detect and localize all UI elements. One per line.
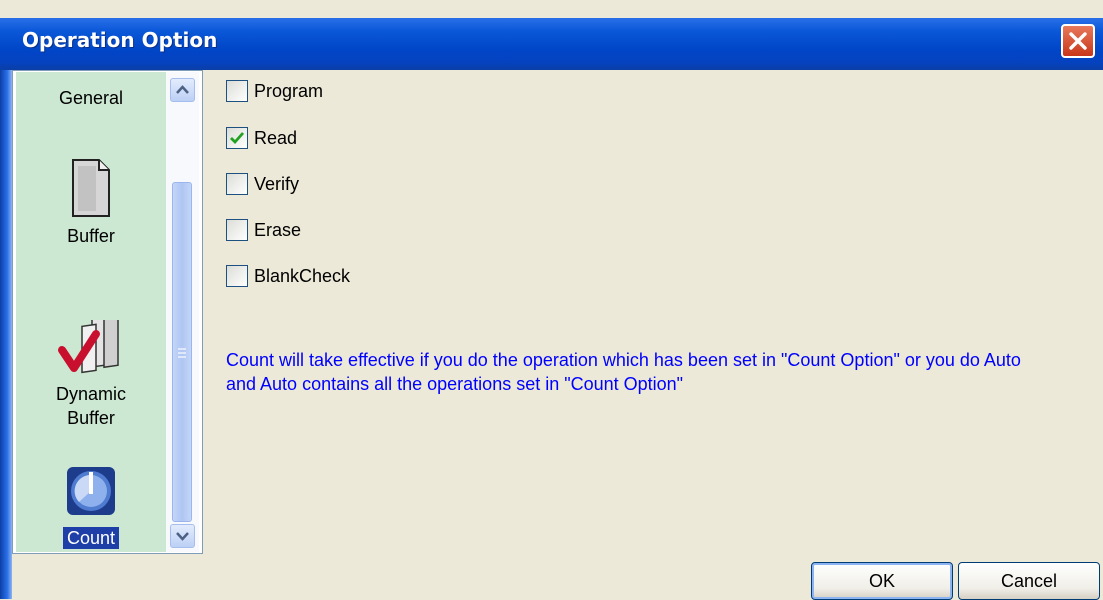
count-info-text: Count will take effective if you do the … bbox=[226, 350, 1021, 394]
close-icon bbox=[1069, 32, 1087, 50]
dialog-title: Operation Option bbox=[22, 28, 218, 52]
sidebar-item-count[interactable]: Count bbox=[16, 466, 166, 550]
chevron-down-icon bbox=[176, 532, 189, 541]
sidebar-item-label: Buffer bbox=[67, 226, 115, 246]
cancel-button[interactable]: Cancel bbox=[958, 562, 1100, 600]
verify-checkbox[interactable] bbox=[226, 173, 248, 195]
sidebar-item-label: Dynamic Buffer bbox=[55, 384, 126, 428]
navigation-list: General Buffer Dynamic Buffer Count bbox=[16, 72, 166, 552]
blankcheck-checkbox[interactable] bbox=[226, 265, 248, 287]
sidebar-item-dynamic-buffer[interactable]: Dynamic Buffer bbox=[16, 320, 166, 430]
sidebar-item-general[interactable]: General bbox=[16, 86, 166, 110]
title-bar[interactable]: Operation Option bbox=[0, 18, 1103, 70]
scroll-up-button[interactable] bbox=[170, 78, 195, 102]
close-button[interactable] bbox=[1061, 24, 1095, 58]
erase-label: Erase bbox=[254, 220, 302, 240]
blankcheck-label: BlankCheck bbox=[254, 266, 351, 286]
sidebar-item-buffer[interactable]: Buffer bbox=[16, 158, 166, 248]
scroll-down-button[interactable] bbox=[170, 524, 195, 548]
checkmark-papers-icon bbox=[58, 320, 119, 374]
sidebar-item-label: General bbox=[58, 88, 124, 108]
window-left-frame bbox=[0, 70, 12, 599]
background-strip bbox=[0, 0, 1103, 18]
program-checkbox[interactable] bbox=[226, 80, 248, 102]
operation-option-dialog: Operation Option General Buffer Dynamic … bbox=[0, 18, 1103, 600]
sidebar-item-label: Count bbox=[62, 527, 120, 549]
erase-checkbox[interactable] bbox=[226, 219, 248, 241]
program-label: Program bbox=[254, 81, 324, 101]
ok-button[interactable]: OK bbox=[811, 562, 953, 600]
scrollbar-thumb[interactable] bbox=[172, 182, 192, 522]
check-icon bbox=[230, 132, 245, 145]
read-label: Read bbox=[254, 128, 298, 148]
chevron-up-icon bbox=[176, 85, 189, 94]
page-icon bbox=[72, 159, 110, 217]
navigation-scrollbar[interactable] bbox=[166, 72, 199, 552]
grip-icon bbox=[178, 348, 186, 358]
count-dial-icon bbox=[67, 467, 115, 515]
read-checkbox[interactable] bbox=[226, 127, 248, 149]
verify-label: Verify bbox=[254, 174, 300, 194]
